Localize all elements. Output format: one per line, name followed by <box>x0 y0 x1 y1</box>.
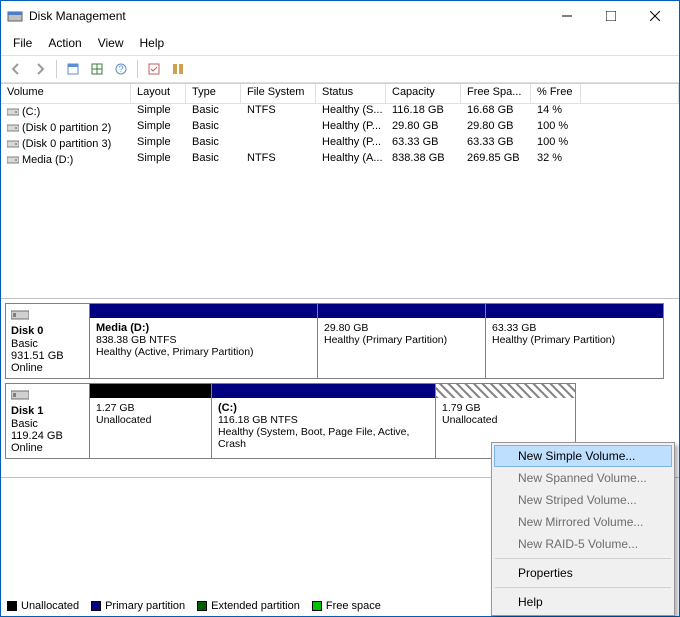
disk-header[interactable]: Disk 1Basic119.24 GBOnline <box>5 383 90 459</box>
table-row[interactable]: (Disk 0 partition 2)SimpleBasicHealthy (… <box>1 120 679 136</box>
col-status[interactable]: Status <box>316 84 386 104</box>
disk-row: Disk 0Basic931.51 GBOnlineMedia (D:)838.… <box>5 303 675 379</box>
drive-icon <box>7 139 19 149</box>
col-fs[interactable]: File System <box>241 84 316 104</box>
table-row[interactable]: (C:)SimpleBasicNTFSHealthy (S...116.18 G… <box>1 104 679 120</box>
menu-view[interactable]: View <box>90 33 132 53</box>
app-icon <box>7 8 23 24</box>
ctx-properties[interactable]: Properties <box>494 562 672 584</box>
partition[interactable]: Media (D:)838.38 GB NTFSHealthy (Active,… <box>89 303 318 379</box>
legend-unallocated: Unallocated <box>21 600 79 612</box>
partition[interactable]: (C:)116.18 GB NTFSHealthy (System, Boot,… <box>211 383 436 459</box>
legend-free: Free space <box>326 600 381 612</box>
col-pct[interactable]: % Free <box>531 84 581 104</box>
partition[interactable]: 29.80 GBHealthy (Primary Partition) <box>317 303 486 379</box>
disk-header[interactable]: Disk 0Basic931.51 GBOnline <box>5 303 90 379</box>
menubar: File Action View Help <box>1 31 679 55</box>
toolbar-icon-4[interactable] <box>143 58 165 80</box>
col-volume[interactable]: Volume <box>1 84 131 104</box>
ctx-new-spanned-volume: New Spanned Volume... <box>494 467 672 489</box>
table-row[interactable]: Media (D:)SimpleBasicNTFSHealthy (A...83… <box>1 152 679 168</box>
table-row[interactable]: (Disk 0 partition 3)SimpleBasicHealthy (… <box>1 136 679 152</box>
ctx-help[interactable]: Help <box>494 591 672 613</box>
col-capacity[interactable]: Capacity <box>386 84 461 104</box>
close-button[interactable] <box>633 2 677 30</box>
partition[interactable]: 1.27 GBUnallocated <box>89 383 212 459</box>
minimize-button[interactable] <box>545 2 589 30</box>
menu-action[interactable]: Action <box>40 33 89 53</box>
drive-icon <box>7 155 19 165</box>
col-layout[interactable]: Layout <box>131 84 186 104</box>
ctx-new-mirrored-volume: New Mirrored Volume... <box>494 511 672 533</box>
menu-help[interactable]: Help <box>132 33 173 53</box>
drive-icon <box>7 123 19 133</box>
help-button[interactable]: ? <box>110 58 132 80</box>
toolbar: ? <box>1 55 679 83</box>
disk-icon <box>11 308 29 322</box>
disk-icon <box>11 388 29 402</box>
toolbar-icon-5[interactable] <box>167 58 189 80</box>
drive-icon <box>7 107 19 117</box>
toolbar-icon-1[interactable] <box>62 58 84 80</box>
col-type[interactable]: Type <box>186 84 241 104</box>
svg-text:?: ? <box>118 64 123 74</box>
ctx-new-simple-volume[interactable]: New Simple Volume... <box>494 445 672 467</box>
context-menu: New Simple Volume... New Spanned Volume.… <box>491 442 675 616</box>
menu-file[interactable]: File <box>5 33 40 53</box>
col-empty[interactable] <box>581 84 679 104</box>
col-free[interactable]: Free Spa... <box>461 84 531 104</box>
maximize-button[interactable] <box>589 2 633 30</box>
window-title: Disk Management <box>29 9 545 23</box>
legend: Unallocated Primary partition Extended p… <box>7 600 381 612</box>
partition[interactable]: 63.33 GBHealthy (Primary Partition) <box>485 303 664 379</box>
ctx-new-raid5-volume: New RAID-5 Volume... <box>494 533 672 555</box>
legend-primary: Primary partition <box>105 600 185 612</box>
forward-button[interactable] <box>29 58 51 80</box>
ctx-new-striped-volume: New Striped Volume... <box>494 489 672 511</box>
refresh-button[interactable] <box>86 58 108 80</box>
back-button[interactable] <box>5 58 27 80</box>
legend-extended: Extended partition <box>211 600 300 612</box>
volume-table: Volume Layout Type File System Status Ca… <box>1 83 679 298</box>
